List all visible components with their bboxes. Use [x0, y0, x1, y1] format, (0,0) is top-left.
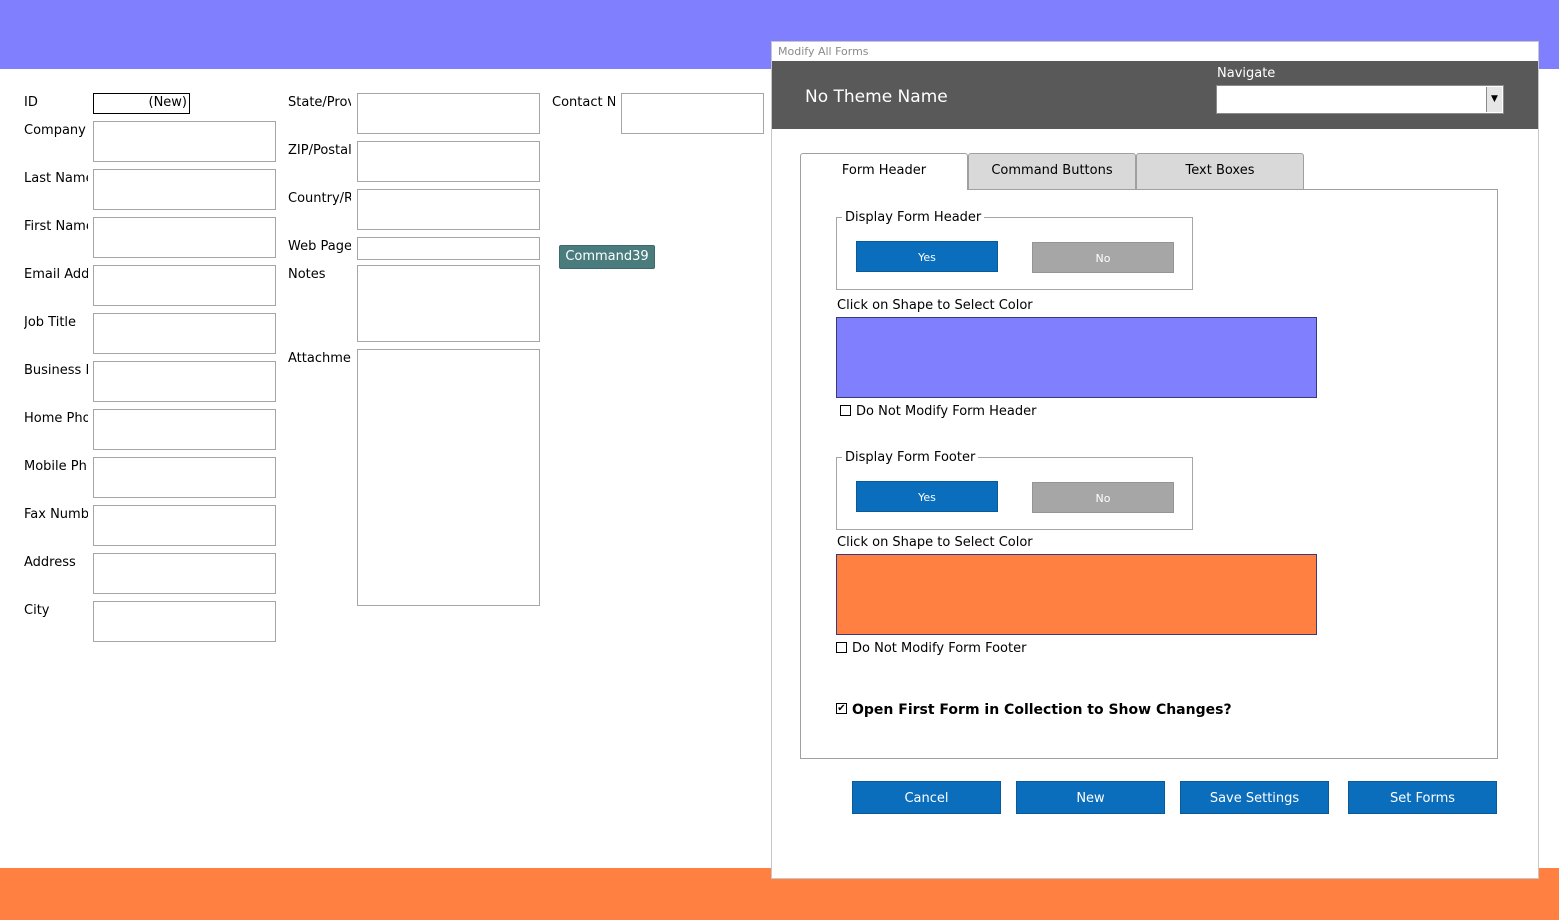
theme-name: No Theme Name [805, 87, 948, 107]
tab-text-boxes[interactable]: Text Boxes [1136, 153, 1304, 190]
address-field[interactable] [93, 553, 276, 594]
label-job-title: Job Title [24, 315, 77, 330]
header-color-swatch[interactable] [836, 317, 1317, 398]
label-home-phone: Home Pho [24, 411, 88, 426]
header-color-prompt: Click on Shape to Select Color [837, 298, 1033, 313]
id-field[interactable]: (New) [93, 93, 190, 114]
header-yes-button[interactable]: Yes [856, 241, 998, 272]
label-id: ID [24, 95, 38, 110]
email-field[interactable] [93, 265, 276, 306]
chevron-down-icon[interactable]: ▼ [1486, 87, 1502, 112]
open-first-form-label: Open First Form in Collection to Show Ch… [852, 702, 1232, 718]
notes-field[interactable] [357, 265, 540, 342]
command39-button[interactable]: Command39 [559, 245, 655, 269]
label-mobile-phone: Mobile Ph [24, 459, 87, 474]
mobile-phone-field[interactable] [93, 457, 276, 498]
save-settings-button[interactable]: Save Settings [1180, 781, 1329, 814]
business-phone-field[interactable] [93, 361, 276, 402]
tab-form-header[interactable]: Form Header [800, 153, 968, 191]
label-notes: Notes [288, 267, 326, 282]
footer-color-prompt: Click on Shape to Select Color [837, 535, 1033, 550]
do-not-modify-header-label: Do Not Modify Form Header [856, 404, 1037, 419]
country-field[interactable] [357, 189, 540, 230]
home-phone-field[interactable] [93, 409, 276, 450]
do-not-modify-header-checkbox[interactable] [840, 405, 851, 416]
do-not-modify-footer-checkbox[interactable] [836, 642, 847, 653]
state-field[interactable] [357, 93, 540, 134]
label-attachments: Attachmer [288, 351, 351, 366]
attachments-field[interactable] [357, 349, 540, 606]
set-forms-button[interactable]: Set Forms [1348, 781, 1497, 814]
label-last-name: Last Name [24, 171, 88, 186]
label-business-phone: Business P [24, 363, 88, 378]
navigate-label: Navigate [1217, 66, 1276, 81]
do-not-modify-footer-label: Do Not Modify Form Footer [852, 641, 1027, 656]
navigate-dropdown[interactable]: ▼ [1216, 85, 1504, 114]
footer-color-swatch[interactable] [836, 554, 1317, 635]
contact-name-field[interactable] [621, 93, 764, 134]
label-city: City [24, 603, 50, 618]
tab-command-buttons[interactable]: Command Buttons [968, 153, 1136, 190]
display-form-header-label: Display Form Header [842, 210, 985, 225]
zip-field[interactable] [357, 141, 540, 182]
active-tab-join [801, 189, 967, 191]
label-email: Email Add [24, 267, 88, 282]
last-name-field[interactable] [93, 169, 276, 210]
city-field[interactable] [93, 601, 276, 642]
web-page-field[interactable] [357, 237, 540, 260]
label-country: Country/R [288, 191, 351, 206]
label-web-page: Web Page [288, 239, 351, 254]
label-fax-number: Fax Numb [24, 507, 88, 522]
label-first-name: First Name [24, 219, 88, 234]
header-no-button[interactable]: No [1032, 242, 1174, 273]
first-name-field[interactable] [93, 217, 276, 258]
label-zip: ZIP/Postal [288, 143, 351, 158]
footer-yes-button[interactable]: Yes [856, 481, 998, 512]
company-field[interactable] [93, 121, 276, 162]
cancel-button[interactable]: Cancel [852, 781, 1001, 814]
open-first-form-checkbox[interactable]: ✔ [836, 703, 847, 714]
label-state: State/Prov [288, 95, 351, 110]
display-form-footer-label: Display Form Footer [842, 450, 979, 465]
job-title-field[interactable] [93, 313, 276, 354]
footer-no-button[interactable]: No [1032, 482, 1174, 513]
fax-number-field[interactable] [93, 505, 276, 546]
dialog-title: Modify All Forms [778, 45, 869, 58]
label-address: Address [24, 555, 76, 570]
new-button[interactable]: New [1016, 781, 1165, 814]
label-company: Company [24, 123, 86, 138]
label-contact-name: Contact Na [552, 95, 615, 110]
